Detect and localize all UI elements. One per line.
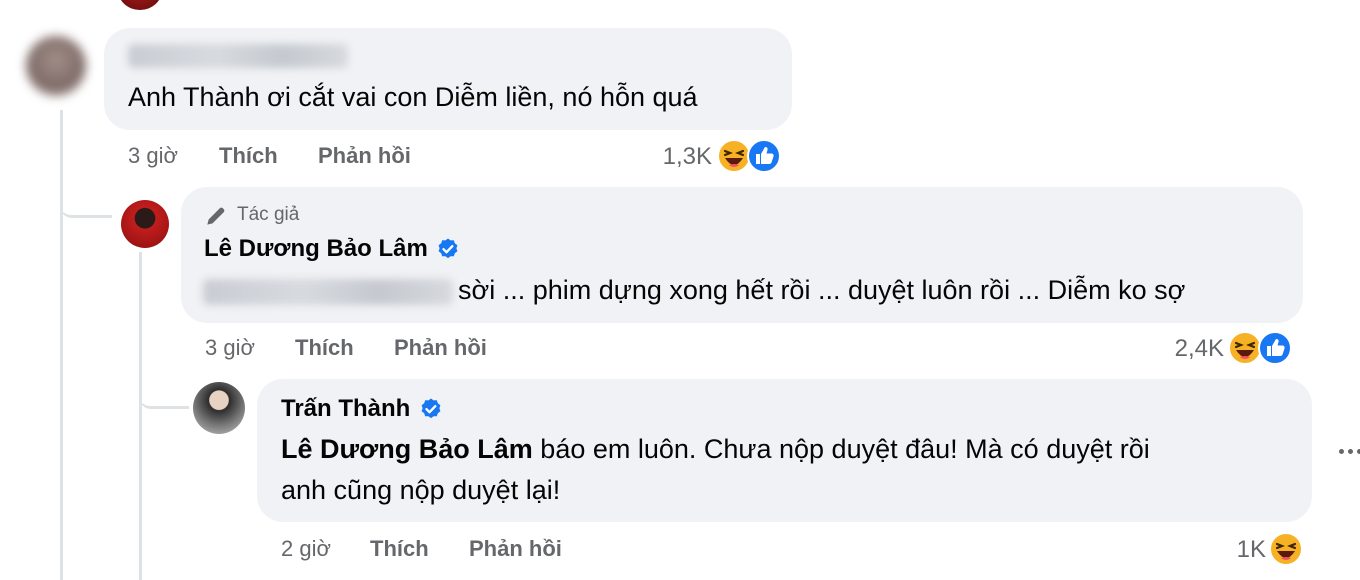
- haha-icon[interactable]: [1268, 531, 1304, 567]
- more-dot: [1348, 449, 1353, 454]
- verified-badge-icon: [421, 398, 441, 419]
- thread-connector-2: [139, 370, 189, 409]
- verified-badge-icon: [438, 238, 458, 259]
- avatar-commenter-hidden[interactable]: [26, 36, 86, 96]
- author-name[interactable]: Trấn Thành: [281, 395, 410, 422]
- avatar-previous[interactable]: [118, 0, 162, 10]
- hidden-author-name: [128, 44, 348, 68]
- comment-time[interactable]: 2 giờ: [281, 536, 331, 562]
- author-badge-label: Tác giả: [237, 204, 300, 225]
- reply-button[interactable]: Phản hồi: [394, 335, 487, 361]
- reaction-count[interactable]: 1K: [1200, 536, 1266, 564]
- like-button[interactable]: Thích: [295, 335, 354, 361]
- like-icon[interactable]: [1257, 330, 1293, 366]
- reaction-count[interactable]: 1,3K: [640, 143, 712, 171]
- like-button[interactable]: Thích: [219, 143, 278, 169]
- author-row: Lê Dương Bảo Lâm: [204, 235, 460, 263]
- more-dots-icon: [1339, 449, 1344, 454]
- author-name[interactable]: Lê Dương Bảo Lâm: [204, 235, 428, 262]
- comment-text-line-2: anh cũng nộp duyệt lại!: [281, 475, 561, 505]
- comment-time[interactable]: 3 giờ: [128, 143, 178, 169]
- mention-link[interactable]: Lê Dương Bảo Lâm: [281, 434, 533, 464]
- comment-text: báo em luôn. Chưa nộp duyệt đâu! Mà có d…: [540, 434, 1150, 464]
- pencil-icon: [207, 207, 225, 225]
- like-icon[interactable]: [746, 138, 782, 174]
- comment-bubble-1: Anh Thành ơi cắt vai con Diễm liền, nó h…: [104, 28, 792, 130]
- avatar-le-duong-bao-lam[interactable]: [121, 200, 169, 248]
- comment-bubble-3: Trấn Thành Lê Dương Bảo Lâm báo em luôn.…: [257, 379, 1312, 522]
- avatar-tran-thanh[interactable]: [193, 382, 245, 434]
- comment-text: Anh Thành ơi cắt vai con Diễm liền, nó h…: [128, 82, 698, 112]
- comment-time[interactable]: 3 giờ: [205, 335, 255, 361]
- comment-text-line-1: Lê Dương Bảo Lâm báo em luôn. Chưa nộp d…: [281, 430, 1150, 468]
- reply-button[interactable]: Phản hồi: [469, 536, 562, 562]
- reaction-count[interactable]: 2,4K: [1150, 335, 1224, 363]
- thread-line-reply: [139, 252, 142, 580]
- thread-connector-1: [60, 175, 112, 218]
- author-row: Trấn Thành: [281, 395, 443, 423]
- reply-button[interactable]: Phản hồi: [318, 143, 411, 169]
- comment-bubble-2: Tác giả Lê Dương Bảo Lâm sời ... phim dự…: [181, 187, 1303, 323]
- comment-text: sời ... phim dựng xong hết rồi ... duyệt…: [458, 275, 1186, 305]
- more-options-button[interactable]: [1336, 446, 1360, 458]
- like-button[interactable]: Thích: [370, 536, 429, 562]
- comment-thread: Anh Thành ơi cắt vai con Diễm liền, nó h…: [0, 0, 1360, 580]
- hidden-mention: [203, 279, 453, 305]
